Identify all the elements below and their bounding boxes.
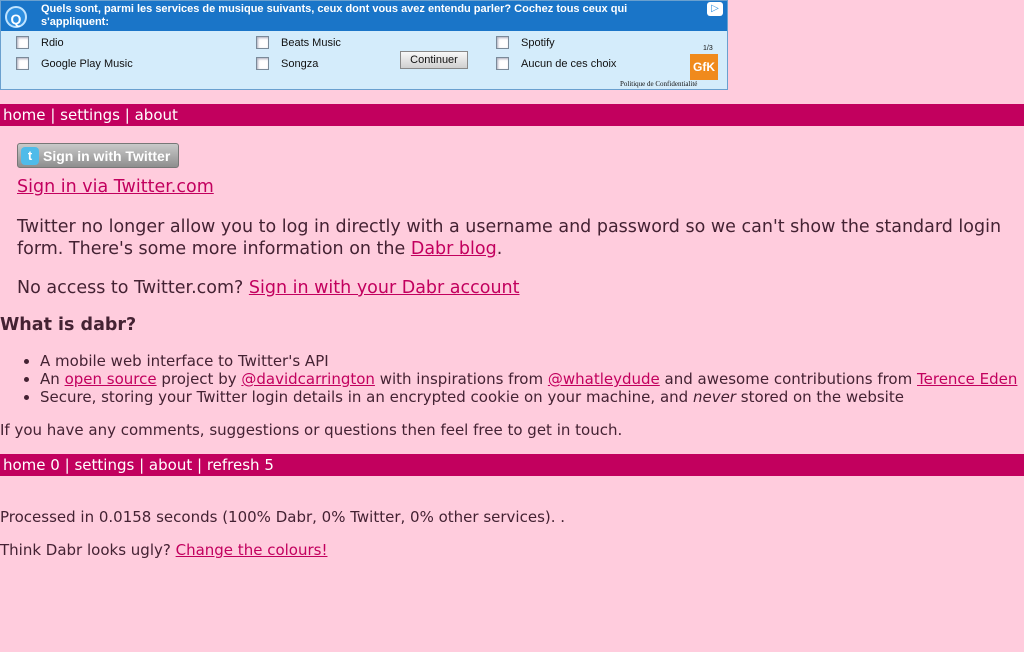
period: . [496,239,503,259]
feature-text: project by [161,370,237,388]
no-access-paragraph: No access to Twitter.com? Sign in with y… [17,277,1007,299]
what-is-dabr-heading: What is dabr? [0,315,137,335]
features-list: A mobile web interface to Twitter's API … [0,352,1024,406]
checkbox[interactable] [16,57,29,70]
nav-about[interactable]: about [149,456,192,474]
ad-option-beats[interactable]: Beats Music [256,36,341,49]
open-source-link[interactable]: open source [65,370,157,388]
feature-text: with inspirations from [379,370,544,388]
option-label: Beats Music [281,36,341,49]
dabr-blog-link[interactable]: Dabr blog [411,239,497,259]
continue-button[interactable]: Continuer [400,51,468,69]
checkbox[interactable] [256,57,269,70]
twitter-bird-icon: t [21,146,39,165]
ugly-row: Think Dabr looks ugly? Change the colour… [0,541,327,559]
feature-text: and awesome contributions from [664,370,913,388]
top-nav: home | settings | about [0,104,1024,126]
survey-ad: Q Quels sont, parmi les services de musi… [0,0,728,90]
ad-option-rdio[interactable]: Rdio [16,36,64,49]
checkbox[interactable] [16,36,29,49]
sign-in-with-twitter-button[interactable]: t Sign in with Twitter [17,143,179,168]
sign-in-via-twitter-link[interactable]: Sign in via Twitter.com [17,177,214,197]
nav-home[interactable]: home 0 [3,456,60,474]
processed-text: Processed in 0.0158 seconds (100% Dabr, … [0,508,566,526]
dabr-account-link[interactable]: Sign in with your Dabr account [249,278,520,298]
gfk-logo: GfK [690,54,718,80]
list-item: An open source project by @davidcarringt… [40,370,1024,388]
login-info-text: Twitter no longer allow you to log in di… [17,217,1002,259]
checkbox[interactable] [496,57,509,70]
nav-separator: | [64,456,70,474]
ugly-text: Think Dabr looks ugly? [0,541,171,559]
no-access-text: No access to Twitter.com? [17,278,244,298]
option-label: Spotify [521,36,555,49]
feature-emphasis: never [692,388,736,406]
feature-text: stored on the website [740,388,904,406]
nav-about[interactable]: about [135,106,178,124]
adchoices-icon[interactable]: ▷ [707,2,723,16]
survey-logo-icon: Q [5,6,27,28]
nav-settings[interactable]: settings [74,456,134,474]
option-label: Songza [281,57,319,70]
nav-refresh[interactable]: refresh 5 [207,456,274,474]
feature-text: Secure, storing your Twitter login detai… [40,388,689,406]
option-label: Rdio [41,36,64,49]
ad-option-songza[interactable]: Songza [256,57,318,70]
contact-text: If you have any comments, suggestions or… [0,421,623,439]
nav-separator: | [196,456,203,474]
davidcarrington-link[interactable]: @davidcarrington [241,370,375,388]
ad-option-spotify[interactable]: Spotify [496,36,555,49]
twitter-button-label: Sign in with Twitter [43,147,171,164]
terence-eden-link[interactable]: Terence Eden [917,370,1017,388]
bottom-nav: home 0 | settings | about | refresh 5 [0,454,1024,476]
feature-text: An [40,370,60,388]
nav-home[interactable]: home [3,106,46,124]
option-label: Aucun de ces choix [521,57,617,70]
nav-separator: | [124,106,130,124]
sign-in-via-link-row: Sign in via Twitter.com [17,176,1007,198]
whatleydude-link[interactable]: @whatleydude [548,370,660,388]
list-item: A mobile web interface to Twitter's API [40,352,1024,370]
checkbox[interactable] [256,36,269,49]
ad-page-counter: 1/3 [703,45,713,52]
change-colours-link[interactable]: Change the colours! [176,541,328,559]
ad-question: Quels sont, parmi les services de musiqu… [41,3,628,28]
ad-option-google-play[interactable]: Google Play Music [16,57,133,70]
checkbox[interactable] [496,36,509,49]
login-info-paragraph: Twitter no longer allow you to log in di… [17,216,1007,260]
list-item: Secure, storing your Twitter login detai… [40,388,1024,406]
option-label: Google Play Music [41,57,133,70]
ad-header: Q Quels sont, parmi les services de musi… [1,1,727,31]
nav-settings[interactable]: settings [60,106,120,124]
privacy-link[interactable]: Politique de Confidentialité [620,80,697,88]
nav-separator: | [50,106,56,124]
feature-text: A mobile web interface to Twitter's API [40,352,329,370]
nav-separator: | [139,456,145,474]
ad-option-none[interactable]: Aucun de ces choix [496,57,616,70]
